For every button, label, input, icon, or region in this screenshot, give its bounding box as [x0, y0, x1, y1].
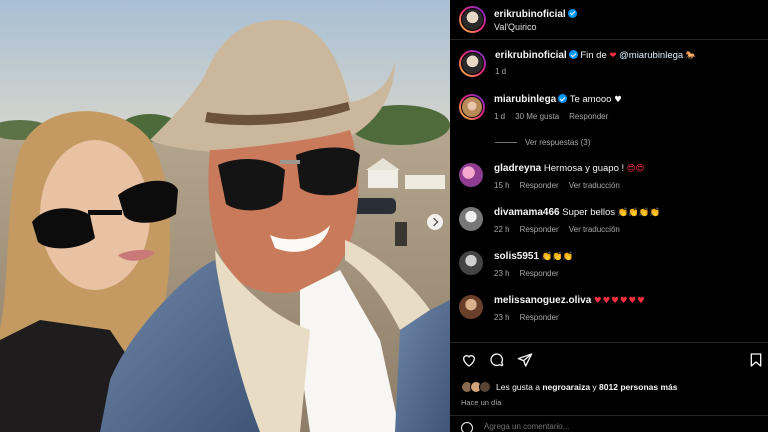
- comment-emoji: ♥: [614, 95, 622, 105]
- comment-bar: Agrega un comentario...: [450, 415, 768, 432]
- post-panel: erikrubinoficial Val'Quirico erikrubinof…: [450, 0, 768, 432]
- comment-icon[interactable]: [489, 352, 505, 368]
- comment-reply-button[interactable]: Responder: [569, 112, 608, 121]
- post-location[interactable]: Val'Quirico: [494, 21, 577, 33]
- comment-reply-button[interactable]: Responder: [520, 181, 559, 190]
- author-username[interactable]: erikrubinoficial: [494, 9, 566, 20]
- comment-text: Hermosa y guapo !: [543, 163, 625, 174]
- comment-text: Te amooo: [569, 94, 612, 105]
- comment-input[interactable]: Agrega un comentario...: [484, 422, 569, 431]
- comment-reply-button[interactable]: Responder: [520, 313, 559, 322]
- comment-username[interactable]: solis5951: [494, 251, 539, 262]
- comment-time: 1 d: [494, 112, 506, 121]
- comment-item: melissanoguez.oliva ♥♥♥♥♥♥ 23 h Responde…: [459, 295, 764, 322]
- comment-time: 23 h: [494, 269, 510, 278]
- comment-emoji: 😍😍: [626, 164, 645, 174]
- likes-user[interactable]: negroaraiza: [542, 382, 590, 392]
- comment-avatar[interactable]: [459, 251, 483, 275]
- comment-time: 15 h: [494, 181, 510, 190]
- caption-avatar[interactable]: [459, 50, 486, 77]
- liker-avatar: [479, 381, 491, 393]
- view-replies-button[interactable]: Ver respuestas (3): [495, 138, 590, 147]
- caption-horse-emoji: 🐎: [685, 51, 697, 61]
- comment-username[interactable]: divamama466: [494, 207, 560, 218]
- translate-button[interactable]: Ver traducción: [569, 225, 620, 234]
- comment-emoji: ♥♥♥♥♥♥: [593, 296, 646, 306]
- comment-avatar[interactable]: [459, 94, 485, 120]
- comment-avatar[interactable]: [459, 295, 483, 319]
- verified-icon: [567, 8, 577, 18]
- comment-emoji: 👏👏👏: [541, 252, 574, 262]
- caption-mention[interactable]: @miarubinlega: [619, 50, 683, 61]
- comment-username[interactable]: melissanoguez.oliva: [494, 295, 591, 306]
- comment-reply-button[interactable]: Responder: [520, 269, 559, 278]
- comment-username[interactable]: miarubinlega: [494, 94, 556, 105]
- likes-summary: Les gusta a negroaraiza y 8012 personas …: [461, 381, 678, 393]
- view-replies-label[interactable]: Ver respuestas (3): [525, 138, 590, 147]
- comment-item: miarubinlega Te amooo ♥ 1 d 30 Me gusta …: [459, 94, 764, 121]
- comment-username[interactable]: gladreyna: [494, 163, 541, 174]
- comment-item: gladreyna Hermosa y guapo ! 😍😍 15 h Resp…: [459, 163, 764, 190]
- verified-icon: [568, 50, 578, 59]
- caption-heart: ❤: [609, 51, 617, 61]
- likes-prefix: Les gusta a: [496, 382, 540, 392]
- caption-username[interactable]: erikrubinoficial: [495, 50, 567, 61]
- comment-emoji: 👏👏👏👏: [617, 208, 661, 218]
- post-time: Hace un día: [461, 398, 502, 407]
- post-caption: erikrubinoficial Fin de ❤ @miarubinlega …: [459, 50, 764, 77]
- comment-item: divamama466 Super bellos 👏👏👏👏 22 h Respo…: [459, 207, 764, 234]
- verified-icon: [558, 94, 568, 103]
- next-arrow-icon[interactable]: [427, 214, 443, 230]
- likes-middle: y: [592, 382, 597, 392]
- replies-divider: [495, 142, 517, 143]
- comment-likes[interactable]: 30 Me gusta: [515, 112, 559, 121]
- heart-icon[interactable]: [461, 352, 477, 368]
- comment-avatar[interactable]: [459, 163, 483, 187]
- comment-time: 22 h: [494, 225, 510, 234]
- selfie-illustration: [0, 0, 450, 432]
- caption-time: 1 d: [495, 67, 507, 76]
- comment-avatar[interactable]: [459, 207, 483, 231]
- post-actions: Les gusta a negroaraiza y 8012 personas …: [450, 342, 768, 432]
- comment-time: 23 h: [494, 313, 510, 322]
- comment-reply-button[interactable]: Responder: [520, 225, 559, 234]
- author-avatar[interactable]: [459, 6, 486, 33]
- caption-text: Fin de: [580, 50, 607, 61]
- comment-item: solis5951 👏👏👏 23 h Responder: [459, 251, 764, 278]
- share-icon[interactable]: [517, 352, 533, 368]
- post-header: erikrubinoficial Val'Quirico: [450, 0, 768, 40]
- bookmark-icon[interactable]: [748, 352, 764, 368]
- emoji-icon[interactable]: [461, 422, 473, 432]
- translate-button[interactable]: Ver traducción: [569, 181, 620, 190]
- post-photo[interactable]: [0, 0, 450, 432]
- comment-text: Super bellos: [562, 207, 616, 218]
- likes-count[interactable]: 8012 personas más: [599, 382, 677, 392]
